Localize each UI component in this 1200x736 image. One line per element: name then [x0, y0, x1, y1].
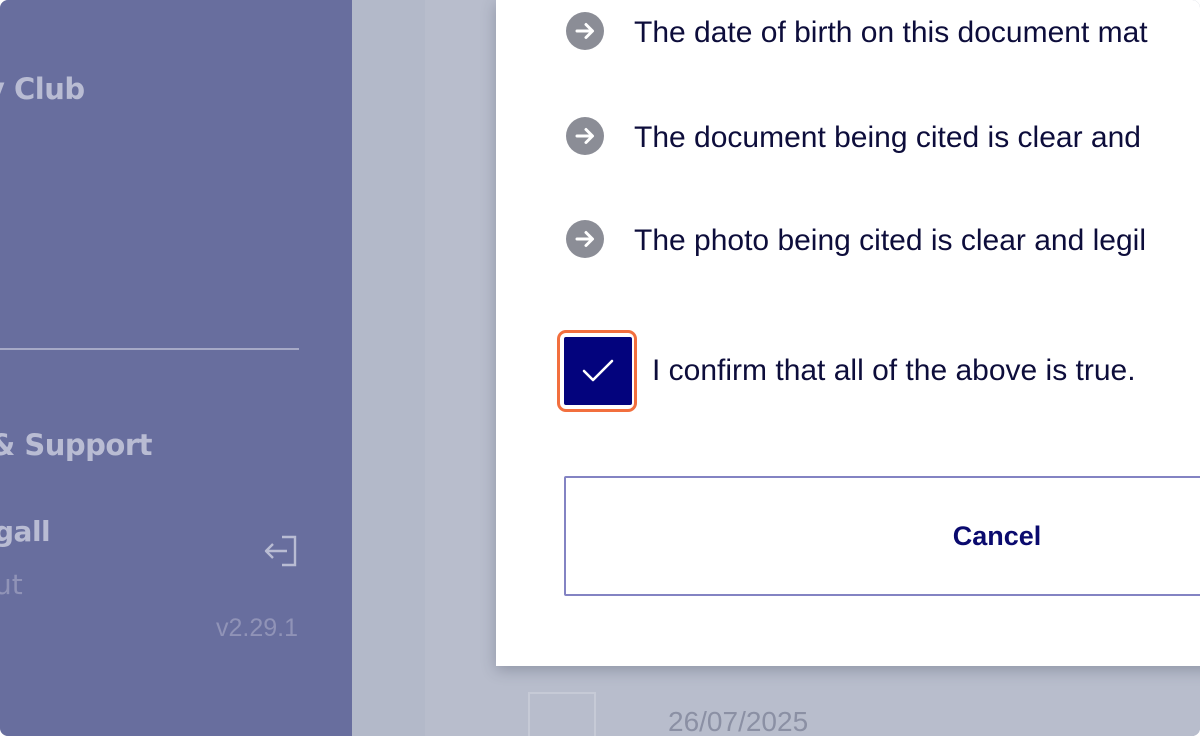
- arrow-right-circle-icon: [566, 12, 604, 50]
- checklist-item-text: The document being cited is clear and: [634, 121, 1141, 154]
- arrow-right-circle-icon: [566, 220, 604, 258]
- app-window: y Club & Support gall ut v2.29.1 26/07/2…: [0, 0, 1200, 736]
- sidebar: y Club & Support gall ut v2.29.1: [0, 0, 352, 736]
- brand-name: y Club: [0, 72, 85, 106]
- confirm-checkbox[interactable]: [564, 337, 632, 405]
- confirmation-modal: The date of birth on this document mat T…: [496, 0, 1200, 666]
- row-date: 26/07/2025: [668, 706, 809, 736]
- sidebar-divider: [0, 348, 299, 350]
- arrow-right-circle-icon: [566, 117, 604, 155]
- confirm-label[interactable]: I confirm that all of the above is true.: [652, 354, 1136, 388]
- checklist-item: The date of birth on this document mat: [496, 12, 1200, 52]
- checklist-item: The photo being cited is clear and legil: [496, 220, 1200, 260]
- check-icon: [582, 359, 614, 382]
- user-name: gall: [0, 515, 51, 548]
- cancel-button-label: Cancel: [952, 521, 1042, 551]
- checklist-item-text: The photo being cited is clear and legil: [634, 224, 1146, 257]
- app-version: v2.29.1: [216, 614, 299, 642]
- cancel-button[interactable]: Cancel: [564, 476, 1200, 596]
- checklist-item-text: The date of birth on this document mat: [634, 16, 1148, 49]
- confirm-row: I confirm that all of the above is true.: [496, 328, 1200, 418]
- logout-link[interactable]: ut: [0, 568, 23, 601]
- row-checkbox[interactable]: [528, 692, 596, 736]
- logout-icon[interactable]: [262, 534, 298, 568]
- sidebar-item-help-support[interactable]: & Support: [0, 428, 153, 462]
- checklist-item: The document being cited is clear and: [496, 117, 1200, 157]
